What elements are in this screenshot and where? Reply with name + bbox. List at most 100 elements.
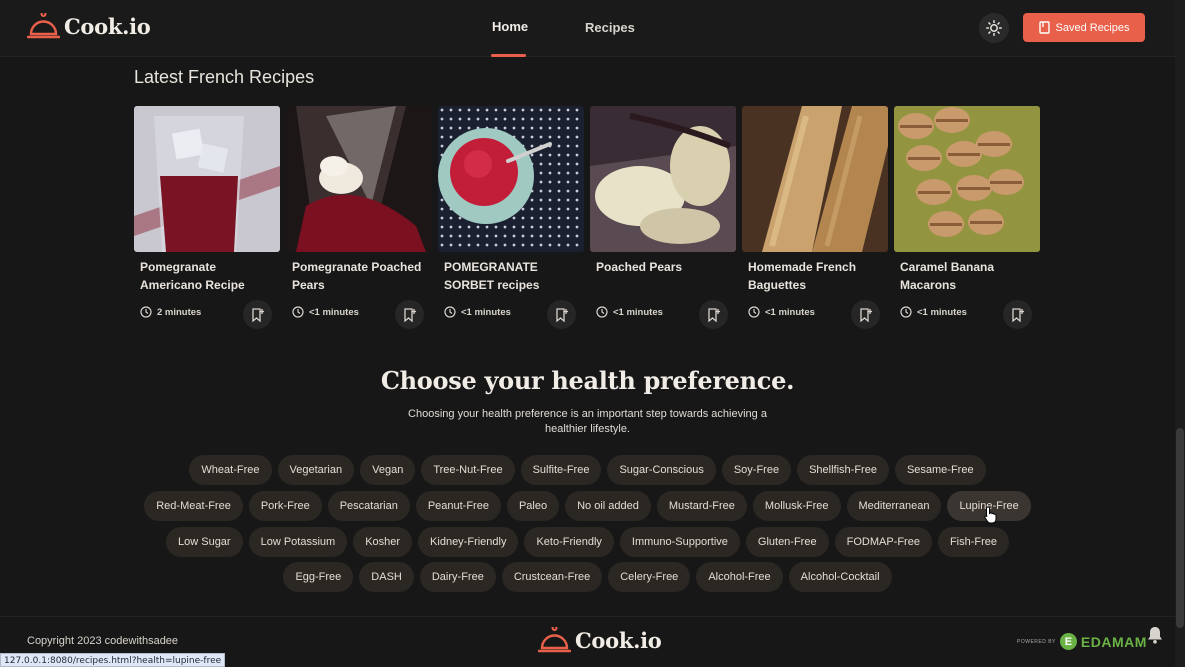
recipe-card[interactable]: Caramel Banana Macarons <1 minutes [894, 106, 1040, 331]
health-tag[interactable]: Vegan [360, 455, 416, 485]
active-nav-indicator [491, 54, 526, 57]
health-tag[interactable]: Alcohol-Cocktail [788, 562, 892, 592]
health-tag[interactable]: Kidney-Friendly [418, 527, 519, 557]
recipe-image[interactable] [742, 106, 888, 252]
nav-recipes[interactable]: Recipes [585, 20, 635, 35]
edamam-logo-icon: E [1059, 633, 1077, 650]
edamam-badge[interactable]: POWERED BY E EDAMAM [1017, 633, 1147, 650]
health-tag[interactable]: Mustard-Free [656, 491, 747, 521]
bookmark-add-icon [708, 307, 720, 322]
bookmark-add-icon [404, 307, 416, 322]
clock-icon [140, 306, 152, 318]
save-recipe-button[interactable] [699, 300, 728, 329]
health-tag[interactable]: Crustcean-Free [501, 562, 603, 592]
recipe-image[interactable] [894, 106, 1040, 252]
recipe-image[interactable] [590, 106, 736, 252]
brand-logo[interactable]: Cook.io [27, 13, 151, 40]
health-tag[interactable]: Wheat-Free [189, 455, 272, 485]
clock-icon [900, 306, 912, 318]
health-tag[interactable]: Sulfite-Free [520, 455, 602, 485]
recipe-card[interactable]: POMEGRANATE SORBET recipes <1 minutes [438, 106, 584, 331]
health-tag[interactable]: FODMAP-Free [834, 527, 932, 557]
clock-icon [444, 306, 456, 318]
scrollbar-thumb[interactable] [1176, 428, 1184, 628]
health-section-subtitle: Choosing your health preference is an im… [408, 408, 767, 435]
recipe-time: <1 minutes [900, 306, 967, 318]
recipe-title[interactable]: Homemade French Baguettes [748, 258, 884, 294]
health-tag-row: Wheat-Free Vegetarian Vegan Tree-Nut-Fre… [0, 455, 1175, 485]
cloche-icon [27, 13, 60, 39]
recipe-image[interactable] [134, 106, 280, 252]
health-tag[interactable]: Shellfish-Free [797, 455, 889, 485]
footer-brand-logo[interactable]: Cook.io [538, 627, 662, 654]
recipe-time: <1 minutes [748, 306, 815, 318]
health-tag[interactable]: Low Potassium [248, 527, 348, 557]
copyright-text: Copyright 2023 codewithsadee [27, 635, 179, 647]
nav-home[interactable]: Home [492, 19, 528, 34]
bell-icon[interactable] [1145, 625, 1165, 645]
recipe-image[interactable] [286, 106, 432, 252]
health-tag[interactable]: Pork-Free [248, 491, 322, 521]
page-scrollbar[interactable] [1175, 0, 1185, 667]
health-tag[interactable]: Alcohol-Free [696, 562, 783, 592]
health-tag[interactable]: DASH [359, 562, 414, 592]
health-tag[interactable]: Vegetarian [277, 455, 355, 485]
footer-brand-name: Cook.io [575, 628, 662, 653]
recipe-time-label: <1 minutes [461, 306, 511, 318]
recipe-card[interactable]: Pomegranate Americano Recipe 2 minutes [134, 106, 280, 331]
recipe-title[interactable]: Pomegranate Poached Pears [292, 258, 428, 294]
health-tag[interactable]: Paleo [506, 491, 560, 521]
recipe-time-label: <1 minutes [309, 306, 359, 318]
health-tag-row: Egg-Free DASH Dairy-Free Crustcean-Free … [0, 562, 1175, 592]
recipe-title[interactable]: Poached Pears [596, 258, 732, 276]
health-tag[interactable]: Kosher [353, 527, 413, 557]
health-tag[interactable]: Sesame-Free [894, 455, 986, 485]
health-tag[interactable]: Peanut-Free [415, 491, 501, 521]
clock-icon [596, 306, 608, 318]
footer-divider [0, 616, 1175, 617]
recipe-time-label: <1 minutes [765, 306, 815, 318]
health-tag[interactable]: Pescatarian [327, 491, 410, 521]
save-recipe-button[interactable] [1003, 300, 1032, 329]
health-tag[interactable]: Mollusk-Free [752, 491, 841, 521]
recipe-time-label: 2 minutes [157, 306, 202, 318]
health-tag[interactable]: Low Sugar [166, 527, 243, 557]
recipe-title[interactable]: Pomegranate Americano Recipe [140, 258, 276, 294]
recipe-time: <1 minutes [292, 306, 359, 318]
health-tag[interactable]: No oil added [565, 491, 651, 521]
recipe-card-list: Pomegranate Americano Recipe 2 minutes P… [134, 106, 1040, 331]
bookmark-add-icon [1012, 307, 1024, 322]
health-tag[interactable]: Gluten-Free [745, 527, 829, 557]
site-header: Cook.io Home Recipes Saved Recipes [0, 0, 1175, 57]
recipe-title[interactable]: Caramel Banana Macarons [900, 258, 1036, 294]
recipe-title[interactable]: POMEGRANATE SORBET recipes [444, 258, 580, 294]
recipe-card[interactable]: Poached Pears <1 minutes [590, 106, 736, 331]
health-tag[interactable]: Dairy-Free [419, 562, 496, 592]
bookmark-add-icon [252, 307, 264, 322]
brand-name: Cook.io [64, 14, 151, 39]
recipe-time: <1 minutes [596, 306, 663, 318]
save-recipe-button[interactable] [243, 300, 272, 329]
health-tag[interactable]: Sugar-Conscious [607, 455, 716, 485]
health-tag[interactable]: Immuno-Supportive [619, 527, 740, 557]
health-tag[interactable]: Celery-Free [608, 562, 691, 592]
section-title: Latest French Recipes [134, 67, 315, 87]
recipe-card[interactable]: Homemade French Baguettes <1 minutes [742, 106, 888, 331]
save-recipe-button[interactable] [547, 300, 576, 329]
health-tag[interactable]: Fish-Free [937, 527, 1009, 557]
save-recipe-button[interactable] [395, 300, 424, 329]
health-tag[interactable]: Egg-Free [283, 562, 354, 592]
saved-recipes-button[interactable]: Saved Recipes [1023, 13, 1145, 42]
clock-icon [748, 306, 760, 318]
health-section-title: Choose your health preference. [380, 366, 795, 395]
recipe-card[interactable]: Pomegranate Poached Pears <1 minutes [286, 106, 432, 331]
health-tag[interactable]: Tree-Nut-Free [421, 455, 515, 485]
theme-toggle-button[interactable] [979, 13, 1009, 43]
health-tag[interactable]: Red-Meat-Free [144, 491, 243, 521]
health-tag[interactable]: Soy-Free [721, 455, 792, 485]
save-recipe-button[interactable] [851, 300, 880, 329]
recipe-image[interactable] [438, 106, 584, 252]
health-tag[interactable]: Mediterranean [846, 491, 942, 521]
health-tag[interactable]: Keto-Friendly [524, 527, 614, 557]
bookmark-icon [1038, 21, 1050, 34]
